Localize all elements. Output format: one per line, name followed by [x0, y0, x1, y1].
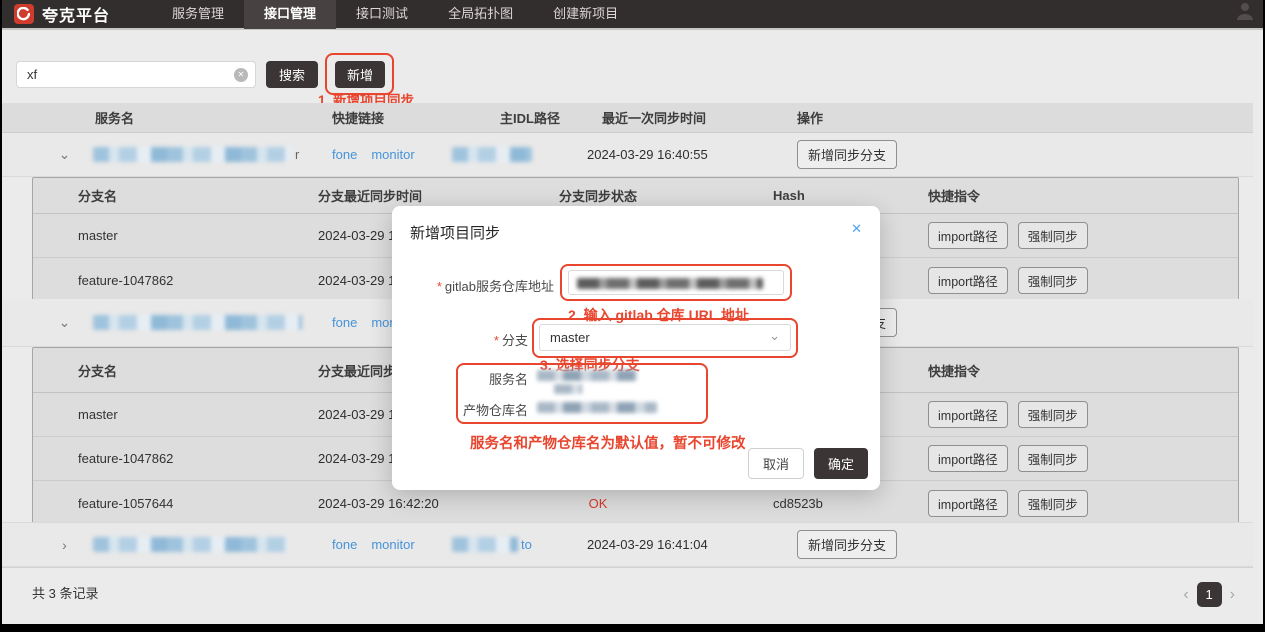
pagination-prev-icon[interactable]: ‹	[1183, 586, 1188, 604]
branch-name: feature-1047862	[78, 273, 318, 288]
redacted-repo-url	[577, 278, 763, 289]
column-header-hash: Hash	[673, 188, 928, 203]
service-name-suffix: r	[295, 147, 299, 162]
import-path-button[interactable]: import路径	[928, 490, 1008, 517]
import-path-button[interactable]: import路径	[928, 445, 1008, 472]
branch-name: master	[78, 407, 318, 422]
cancel-button[interactable]: 取消	[748, 448, 804, 479]
collapse-chevron-icon[interactable]: ⌄	[2, 146, 87, 163]
link-fone[interactable]: fone	[332, 147, 357, 162]
add-sync-branch-button[interactable]: 新增同步分支	[797, 530, 897, 559]
column-header-quick-commands: 快捷指令	[928, 186, 1238, 205]
footer-divider	[2, 567, 1253, 568]
column-header-branch-sync-time: 分支最近同步时间	[318, 186, 523, 205]
service-row-3: › fone monitor to 2024-03-29 16:41:04 新增…	[2, 522, 1253, 567]
branch-name: master	[78, 228, 318, 243]
branch-sync-time: 2024-03-29 16:42:20	[318, 496, 523, 511]
column-header-quick-links: 快捷链接	[302, 108, 452, 127]
brand-title: 夸克平台	[42, 2, 110, 26]
quark-logo-icon	[14, 4, 34, 24]
collapse-chevron-icon[interactable]: ⌄	[2, 314, 87, 331]
service-table-header: 服务名 快捷链接 主IDL路径 最近一次同步时间 操作	[2, 103, 1253, 133]
branch-label: *分支	[400, 330, 528, 349]
page: 夸克平台 服务管理 接口管理 接口测试 全局拓扑图 创建新项目 ✕ 搜索 新增 …	[2, 0, 1263, 624]
page-number[interactable]: 1	[1197, 582, 1222, 607]
total-records: 共 3 条记录	[32, 583, 98, 602]
search-box: ✕	[16, 61, 256, 88]
annotation-note: 服务名和产物仓库名为默认值，暂不可修改	[470, 432, 746, 453]
column-header-idl-path: 主IDL路径	[452, 108, 587, 127]
pagination: ‹ 1 ›	[1183, 582, 1235, 607]
branch-select[interactable]: master ⌄	[539, 324, 791, 351]
force-sync-button[interactable]: 强制同步	[1018, 445, 1088, 472]
nav-item-service-mgmt[interactable]: 服务管理	[152, 0, 244, 29]
required-asterisk: *	[494, 333, 499, 348]
service-row-1: ⌄ r fone monitor 2024-03-29 16:40:55 新增同…	[2, 133, 1253, 177]
sync-time: 2024-03-29 16:40:55	[587, 147, 797, 162]
column-header-branch-status: 分支同步状态	[523, 186, 673, 205]
search-button[interactable]: 搜索	[266, 61, 318, 88]
redacted-idl-path	[452, 147, 532, 162]
column-header-branch-name: 分支名	[78, 186, 318, 205]
artifact-repo-label: 产物仓库名	[402, 400, 528, 419]
force-sync-button[interactable]: 强制同步	[1018, 222, 1088, 249]
add-sync-branch-button[interactable]: 新增同步分支	[797, 140, 897, 169]
redacted-artifact-value	[537, 402, 657, 413]
link-fone[interactable]: fone	[332, 537, 357, 552]
add-project-sync-modal: 新增项目同步 ✕ *gitlab服务仓库地址 2. 输入 gitlab 仓库 U…	[392, 206, 880, 490]
column-header-service-name: 服务名	[87, 108, 302, 127]
add-button[interactable]: 新增	[335, 61, 385, 88]
import-path-button[interactable]: import路径	[928, 401, 1008, 428]
column-header-last-sync: 最近一次同步时间	[587, 108, 797, 127]
gitlab-repo-input[interactable]	[568, 270, 784, 295]
link-monitor[interactable]: monitor	[371, 537, 414, 552]
expand-chevron-icon[interactable]: ›	[2, 537, 87, 553]
chevron-down-icon: ⌄	[769, 323, 780, 348]
branch-name: feature-1057644	[78, 496, 318, 511]
modal-title: 新增项目同步	[410, 222, 500, 243]
link-monitor[interactable]: monitor	[371, 147, 414, 162]
branch-name: feature-1047862	[78, 451, 318, 466]
confirm-button[interactable]: 确定	[814, 448, 868, 479]
top-nav: 夸克平台 服务管理 接口管理 接口测试 全局拓扑图 创建新项目	[2, 0, 1263, 30]
sync-time: 2024-03-29 16:41:04	[587, 537, 797, 552]
gitlab-repo-label: *gitlab服务仓库地址	[400, 276, 554, 295]
service-name-label: 服务名	[402, 369, 528, 388]
required-asterisk: *	[437, 279, 442, 294]
nav-item-api-test[interactable]: 接口测试	[336, 0, 428, 29]
modal-close-icon[interactable]: ✕	[851, 221, 862, 237]
nav-item-api-mgmt[interactable]: 接口管理	[244, 0, 336, 29]
branch-select-value: master	[550, 330, 590, 345]
redacted-service-value	[554, 384, 582, 394]
redacted-service-value	[537, 370, 637, 381]
branch-hash: cd8523b	[673, 496, 928, 511]
branch-status: OK	[523, 496, 673, 511]
nav-item-topology[interactable]: 全局拓扑图	[428, 0, 533, 29]
force-sync-button[interactable]: 强制同步	[1018, 490, 1088, 517]
search-input[interactable]	[17, 62, 255, 87]
pagination-next-icon[interactable]: ›	[1230, 586, 1235, 604]
idl-path-suffix: to	[521, 537, 532, 552]
column-header-actions: 操作	[797, 108, 1253, 127]
link-fone[interactable]: fone	[332, 315, 357, 330]
force-sync-button[interactable]: 强制同步	[1018, 401, 1088, 428]
clear-search-icon[interactable]: ✕	[234, 68, 248, 82]
column-header-quick-commands: 快捷指令	[928, 361, 1238, 380]
nav-item-new-project[interactable]: 创建新项目	[533, 0, 638, 29]
redacted-service-name	[93, 147, 291, 162]
redacted-idl-path	[452, 537, 518, 552]
import-path-button[interactable]: import路径	[928, 222, 1008, 249]
redacted-service-name	[93, 537, 288, 552]
annotation-step2: 2. 输入 gitlab 仓库 URL 地址	[568, 305, 749, 325]
redacted-service-name	[93, 315, 302, 330]
force-sync-button[interactable]: 强制同步	[1018, 267, 1088, 294]
column-header-branch-name: 分支名	[78, 361, 318, 380]
user-avatar-icon[interactable]	[1235, 1, 1255, 21]
app-window: 夸克平台 服务管理 接口管理 接口测试 全局拓扑图 创建新项目 ✕ 搜索 新增 …	[0, 0, 1265, 632]
import-path-button[interactable]: import路径	[928, 267, 1008, 294]
